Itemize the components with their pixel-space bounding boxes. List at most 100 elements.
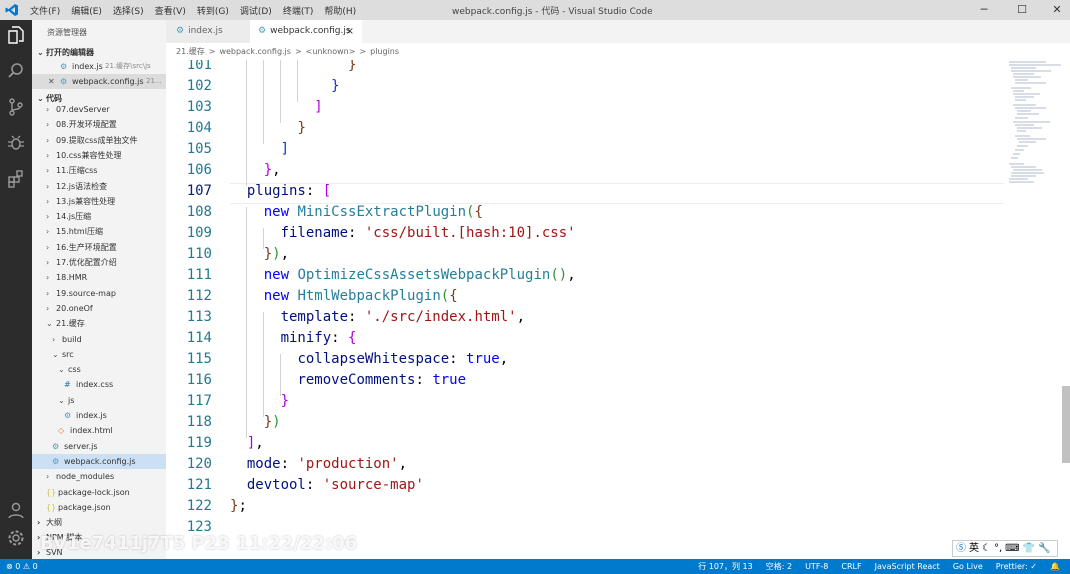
status-item[interactable]: JavaScript React — [875, 559, 940, 574]
tree-item[interactable]: › 16.生产环境配置 — [32, 240, 166, 255]
problems-indicator[interactable]: ⊗ 0 ⚠ 0 — [6, 559, 38, 574]
tree-item[interactable]: › 09.提取css成单独文件 — [32, 133, 166, 148]
tree-item[interactable]: › node_modules — [32, 469, 166, 484]
ime-button[interactable]: ⌨ — [1005, 543, 1019, 554]
ime-button[interactable]: ☾ — [982, 543, 991, 554]
tree-item[interactable]: › 20.oneOf — [32, 301, 166, 316]
code-line: filename: 'css/built.[hash:10].css' — [230, 225, 576, 241]
tree-item[interactable]: ⌄ src — [32, 347, 166, 362]
tree-item-label: 16.生产环境配置 — [56, 242, 117, 252]
menu-item[interactable]: 选择(S) — [113, 4, 144, 17]
breadcrumb-item[interactable]: webpack.config.js — [219, 47, 291, 56]
code-token: filename — [280, 225, 349, 241]
open-editor-item[interactable]: ⚙ index.js 21.缓存\src\js — [32, 59, 166, 74]
chevron-right-icon: › — [46, 303, 50, 313]
tab-index-js[interactable]: ⚙ index.js — [166, 20, 250, 43]
code-token: plugins — [246, 183, 306, 199]
open-editor-item[interactable]: ✕ ⚙ webpack.config.js 21... — [32, 74, 166, 89]
chevron-down-icon: ⌄ — [37, 48, 44, 57]
code-token: : — [449, 351, 467, 367]
search-icon[interactable] — [5, 61, 27, 83]
vertical-scrollbar[interactable] — [1062, 386, 1070, 463]
breadcrumb: 21.缓存 > webpack.config.js > <unknown> > plugin… — [166, 43, 1070, 60]
tree-item[interactable]: › 10.css兼容性处理 — [32, 148, 166, 163]
status-item[interactable]: 行 107，列 13 — [698, 559, 753, 574]
menu-item[interactable]: 查看(V) — [155, 4, 186, 17]
account-icon[interactable] — [5, 500, 27, 522]
tree-item[interactable]: {} package-lock.json — [32, 485, 166, 500]
status-item[interactable]: Go Live — [953, 559, 983, 574]
status-item[interactable]: CRLF — [841, 559, 861, 574]
debug-icon[interactable] — [5, 133, 27, 155]
extensions-icon[interactable] — [5, 169, 27, 191]
code-token: ( — [440, 288, 450, 304]
menu-item[interactable]: 终端(T) — [283, 4, 314, 17]
tree-item[interactable]: › 11.压缩css — [32, 163, 166, 178]
settings-icon[interactable] — [5, 528, 27, 550]
tree-item[interactable]: # index.css — [32, 377, 166, 392]
tree-item[interactable]: ⌄ js — [32, 393, 166, 408]
tree-item-label: 17.优化配置介绍 — [56, 258, 117, 267]
tree-item[interactable]: ⚙ index.js — [32, 408, 166, 423]
close-icon[interactable]: ✕ — [48, 74, 55, 89]
close-tab-icon[interactable]: × — [346, 20, 354, 43]
tree-item[interactable]: › 07.devServer — [32, 102, 166, 117]
tab-webpack-config-js[interactable]: ⚙ webpack.config.js × — [250, 20, 362, 43]
status-item[interactable]: 空格: 2 — [766, 559, 792, 574]
ime-button[interactable]: 🔧 — [1038, 543, 1050, 554]
code-editor[interactable]: 101 } 102 } 103 ] 104 } 105 ] 106 }, 107 plugi… — [166, 60, 1070, 559]
status-right-items: 行 107，列 13 空格: 2 UTF-8 CRLF JavaScript React… — [685, 559, 1060, 574]
tree-item[interactable]: › 14.js压缩 — [32, 209, 166, 224]
code-line: } — [230, 120, 305, 136]
code-token: new — [263, 204, 290, 220]
status-item[interactable]: UTF-8 — [805, 559, 828, 574]
maximize-button[interactable]: ☐ — [1012, 2, 1032, 18]
breadcrumb-item[interactable]: 21.缓存 — [176, 47, 205, 56]
tree-item[interactable]: › 13.js兼容性处理 — [32, 194, 166, 209]
menu-item[interactable]: 编辑(E) — [71, 4, 102, 17]
menu-item[interactable]: 帮助(H) — [324, 4, 356, 17]
menu-item[interactable]: 文件(F) — [30, 4, 60, 17]
minimap[interactable] — [1006, 60, 1066, 190]
ime-button[interactable]: °, — [994, 543, 1002, 554]
menu-item[interactable]: 转到(G) — [197, 4, 229, 17]
tree-item[interactable]: › 15.html压缩 — [32, 224, 166, 239]
tree-item[interactable]: › 18.HMR — [32, 270, 166, 285]
code-token: , — [499, 351, 509, 367]
tree-item[interactable]: › 08.开发环境配置 — [32, 117, 166, 132]
breadcrumb-item[interactable]: plugins — [370, 47, 399, 56]
code-token: , — [272, 162, 281, 178]
tree-item[interactable]: ⚙ webpack.config.js — [32, 453, 166, 469]
tree-item[interactable]: ⌄ 21.缓存 — [32, 316, 166, 331]
ime-button[interactable]: 英 — [969, 543, 979, 554]
tree-item[interactable]: ◇ index.html — [32, 423, 166, 438]
status-item[interactable]: Prettier: ✓ — [996, 559, 1037, 574]
vscode-window: 文件(F) 编辑(E) 选择(S) 查看(V) 转到(G) 调试(D) 终端(T) 帮助(H)… — [0, 0, 1070, 574]
tree-item[interactable]: › 19.source-map — [32, 286, 166, 301]
tree-item[interactable]: {} package.json — [32, 500, 166, 515]
tree-item[interactable]: › build — [32, 332, 166, 347]
code-token: removeComments — [297, 372, 416, 388]
source-control-icon[interactable] — [5, 97, 27, 119]
tree-item[interactable]: ⚙ server.js — [32, 439, 166, 454]
tree-item[interactable]: › 12.js语法检查 — [32, 179, 166, 194]
chevron-right-icon: › — [46, 166, 50, 176]
minimize-button[interactable]: ─ — [974, 2, 994, 18]
ime-toolbar[interactable]: Ⓢ 英 ☾ °, ⌨ 👕 🔧 — [952, 540, 1058, 557]
tree-item[interactable]: › 17.优化配置介绍 — [32, 255, 166, 270]
status-item[interactable]: 🔔 — [1050, 559, 1060, 574]
ime-button[interactable]: 👕 — [1023, 543, 1035, 554]
chevron-down-icon: ⌄ — [58, 395, 65, 405]
menu-item[interactable]: 调试(D) — [240, 4, 272, 17]
chevron-right-icon: › — [46, 120, 50, 130]
breadcrumb-item[interactable]: <unknown> — [306, 47, 356, 56]
tree-item-label: 13.js兼容性处理 — [56, 196, 116, 206]
close-window-button[interactable]: ✕ — [1047, 2, 1067, 18]
code-token: 'production' — [297, 456, 399, 472]
tree-item[interactable]: ⌄ css — [32, 362, 166, 377]
code-token: : — [280, 456, 298, 472]
explorer-icon[interactable] — [5, 25, 27, 47]
